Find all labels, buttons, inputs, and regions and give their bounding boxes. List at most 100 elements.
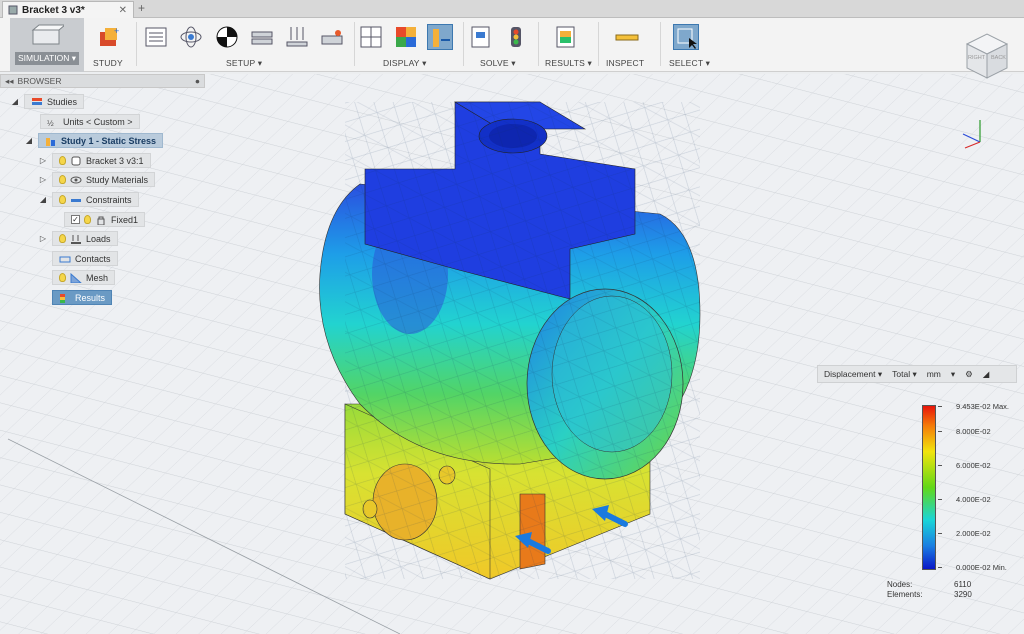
simulation-workspace-icon bbox=[31, 24, 64, 45]
tree-node-studies[interactable]: ◢ Studies bbox=[10, 94, 85, 109]
select-button[interactable] bbox=[673, 24, 699, 50]
svg-text:½: ½ bbox=[47, 119, 54, 127]
legend-settings-icon[interactable]: ⚙ bbox=[965, 369, 973, 380]
result-component-dropdown[interactable]: Total ▾ bbox=[892, 369, 917, 380]
toolbar-separator bbox=[354, 22, 355, 66]
result-units-dropdown[interactable]: mm bbox=[927, 369, 941, 379]
nodes-value: 6110 bbox=[954, 580, 972, 589]
tree-label: Bracket 3 v3:1 bbox=[86, 155, 144, 166]
tree-node-results[interactable]: Results bbox=[52, 290, 113, 305]
tree-label: Loads bbox=[86, 233, 111, 244]
workspace-switcher[interactable]: SIMULATION ▾ bbox=[10, 18, 84, 72]
tree-node-mesh[interactable]: Mesh bbox=[52, 270, 116, 285]
visibility-bulb-icon[interactable] bbox=[59, 175, 66, 184]
pre-check-button[interactable] bbox=[468, 24, 494, 50]
tree-label: Study 1 - Static Stress bbox=[61, 135, 157, 146]
tree-node-loads[interactable]: ▷ Loads bbox=[38, 231, 118, 246]
mesh-icon bbox=[70, 272, 82, 283]
toolbar-separator bbox=[660, 22, 661, 66]
contacts-icon bbox=[251, 31, 273, 45]
view-cube[interactable]: RIGHT BACK bbox=[962, 30, 1012, 82]
expand-icon[interactable]: ▷ bbox=[38, 175, 48, 184]
inspect-group-label: INSPECT bbox=[606, 58, 645, 68]
settings-list-icon bbox=[145, 27, 167, 47]
tree-label: Results bbox=[75, 292, 106, 303]
materials-button[interactable] bbox=[178, 24, 204, 50]
tree-node-units[interactable]: ½ Units < Custom > bbox=[40, 114, 140, 129]
browser-header[interactable]: ◂◂ BROWSER ● bbox=[0, 74, 205, 88]
result-legend-toolbar: Displacement ▾ Total ▾ mm ▾ ⚙ ◢ bbox=[817, 365, 1017, 383]
elements-value: 3290 bbox=[954, 590, 972, 599]
contacts-button[interactable] bbox=[249, 24, 275, 50]
tree-label: Fixed1 bbox=[111, 214, 139, 225]
visibility-bulb-icon[interactable] bbox=[84, 215, 91, 224]
loads-arrows-icon bbox=[286, 27, 308, 47]
new-tab-icon[interactable]: + bbox=[138, 1, 145, 15]
legend-tick-label: 4.000E-02 bbox=[938, 495, 991, 504]
display-group-label: DISPLAY ▾ bbox=[383, 58, 427, 68]
ground-ruler bbox=[7, 438, 401, 634]
expand-icon[interactable]: ▷ bbox=[38, 234, 48, 243]
legend-tick-label: 2.000E-02 bbox=[938, 529, 991, 538]
tree-node-study1[interactable]: ◢ Study 1 - Static Stress bbox=[24, 133, 164, 148]
chevron-down-icon[interactable]: ▾ bbox=[951, 369, 955, 380]
loads-icon bbox=[71, 234, 81, 244]
solve-document-icon bbox=[471, 26, 490, 48]
legend-tick-label: 8.000E-02 bbox=[938, 427, 991, 436]
structural-constraints-button[interactable] bbox=[214, 24, 240, 50]
tree-node-contacts[interactable]: Contacts bbox=[52, 251, 118, 266]
contacts-icon bbox=[59, 256, 71, 262]
new-study-button[interactable]: + bbox=[96, 24, 122, 50]
color-grid-icon bbox=[396, 27, 416, 47]
bracket-model[interactable] bbox=[319, 101, 701, 580]
select-cursor-icon bbox=[677, 28, 697, 49]
study-settings-button[interactable] bbox=[143, 24, 169, 50]
color-bar bbox=[922, 405, 936, 570]
simplify-button[interactable] bbox=[319, 24, 345, 50]
fixed1-checkbox[interactable]: ✓ bbox=[71, 215, 80, 224]
visibility-bulb-icon[interactable] bbox=[59, 273, 66, 282]
view-cube-back-face[interactable]: BACK bbox=[991, 55, 1006, 61]
toolbar-separator bbox=[136, 22, 137, 66]
collapse-icon[interactable]: ◢ bbox=[24, 136, 34, 145]
results-display-icon bbox=[433, 29, 450, 47]
legend-collapse-icon[interactable]: ◢ bbox=[983, 369, 990, 380]
display-settings-button[interactable] bbox=[358, 24, 384, 50]
browser-panel: ◂◂ BROWSER ● ◢ Studies ½ Units < Custom … bbox=[0, 74, 205, 314]
new-study-icon: + bbox=[100, 26, 119, 46]
elements-label: Elements: bbox=[887, 590, 923, 599]
tree-label: Studies bbox=[47, 96, 78, 107]
solve-button[interactable] bbox=[503, 24, 529, 50]
tree-node-fixed1[interactable]: ✓ Fixed1 bbox=[64, 212, 146, 227]
structural-loads-button[interactable] bbox=[284, 24, 310, 50]
expand-icon[interactable]: ▷ bbox=[38, 156, 48, 165]
visibility-bulb-icon[interactable] bbox=[59, 234, 66, 243]
color-display-button[interactable] bbox=[393, 24, 419, 50]
legend-tick-label: 6.000E-02 bbox=[938, 461, 991, 470]
tree-label: Contacts bbox=[75, 253, 111, 264]
visibility-bulb-icon[interactable] bbox=[59, 195, 66, 204]
collapse-icon[interactable]: ◢ bbox=[38, 195, 48, 204]
solve-group-label: SOLVE ▾ bbox=[480, 58, 516, 68]
lock-icon bbox=[97, 216, 105, 225]
result-type-dropdown[interactable]: Displacement ▾ bbox=[824, 369, 882, 380]
document-tab[interactable]: Bracket 3 v3* ✕ bbox=[2, 1, 134, 18]
close-tab-icon[interactable]: ✕ bbox=[119, 5, 127, 16]
collapse-icon[interactable]: ◢ bbox=[10, 97, 20, 106]
tree-node-constraints[interactable]: ◢ Constraints bbox=[38, 192, 139, 207]
study-group-label: STUDY bbox=[93, 58, 123, 68]
view-cube-right-face[interactable]: RIGHT bbox=[968, 55, 985, 61]
results-button[interactable] bbox=[553, 24, 579, 50]
legend-max-label: 9.453E-02 Max. bbox=[938, 402, 1009, 411]
visibility-bulb-icon[interactable] bbox=[59, 156, 66, 165]
measure-button[interactable] bbox=[614, 24, 640, 50]
axis-triad bbox=[962, 120, 981, 149]
collapse-panel-icon[interactable]: ◂◂ bbox=[5, 76, 14, 87]
results-display-button[interactable] bbox=[427, 24, 453, 50]
results-group-label: RESULTS ▾ bbox=[545, 58, 593, 68]
tree-node-bracket[interactable]: ▷ Bracket 3 v3:1 bbox=[38, 153, 151, 168]
studies-icon bbox=[32, 97, 42, 105]
browser-options-icon[interactable]: ● bbox=[195, 76, 200, 86]
tree-node-materials[interactable]: ▷ Study Materials bbox=[38, 172, 156, 187]
toolbar-separator bbox=[538, 22, 539, 66]
